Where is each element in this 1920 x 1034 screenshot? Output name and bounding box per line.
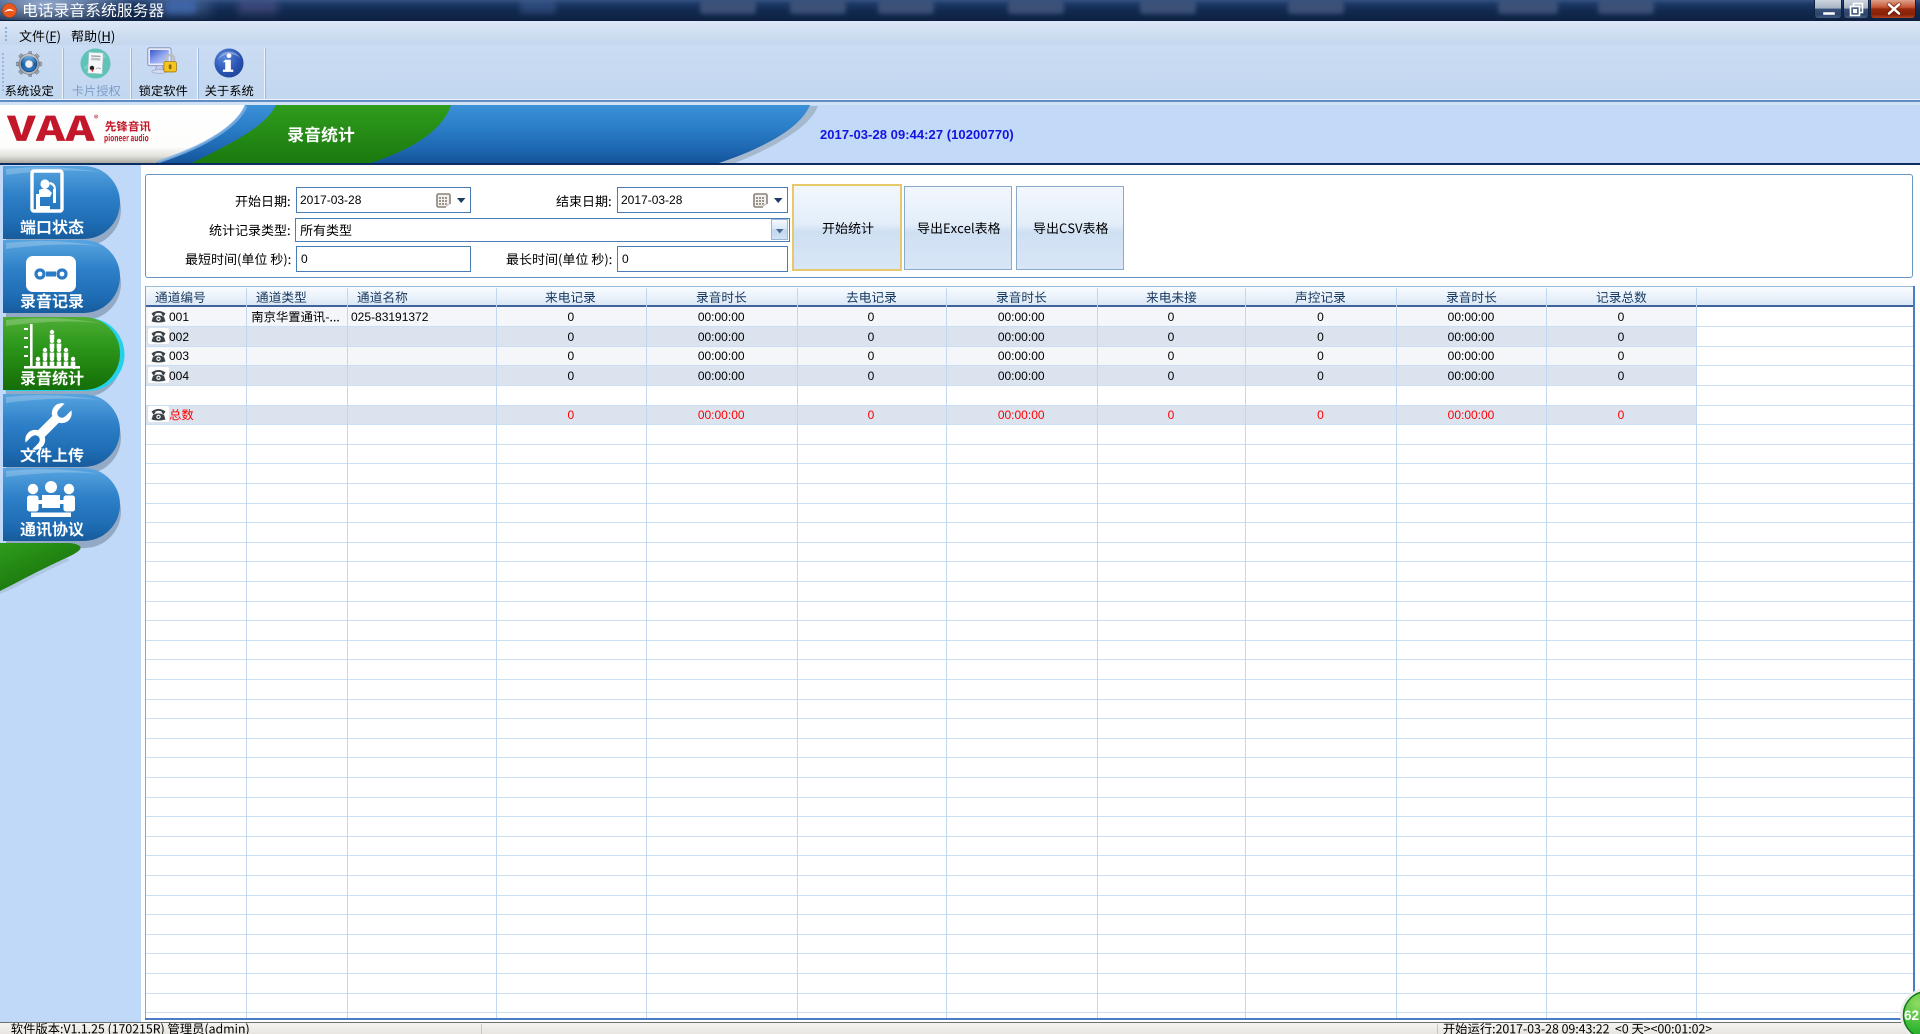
svg-text:62: 62 [1904,1008,1919,1023]
